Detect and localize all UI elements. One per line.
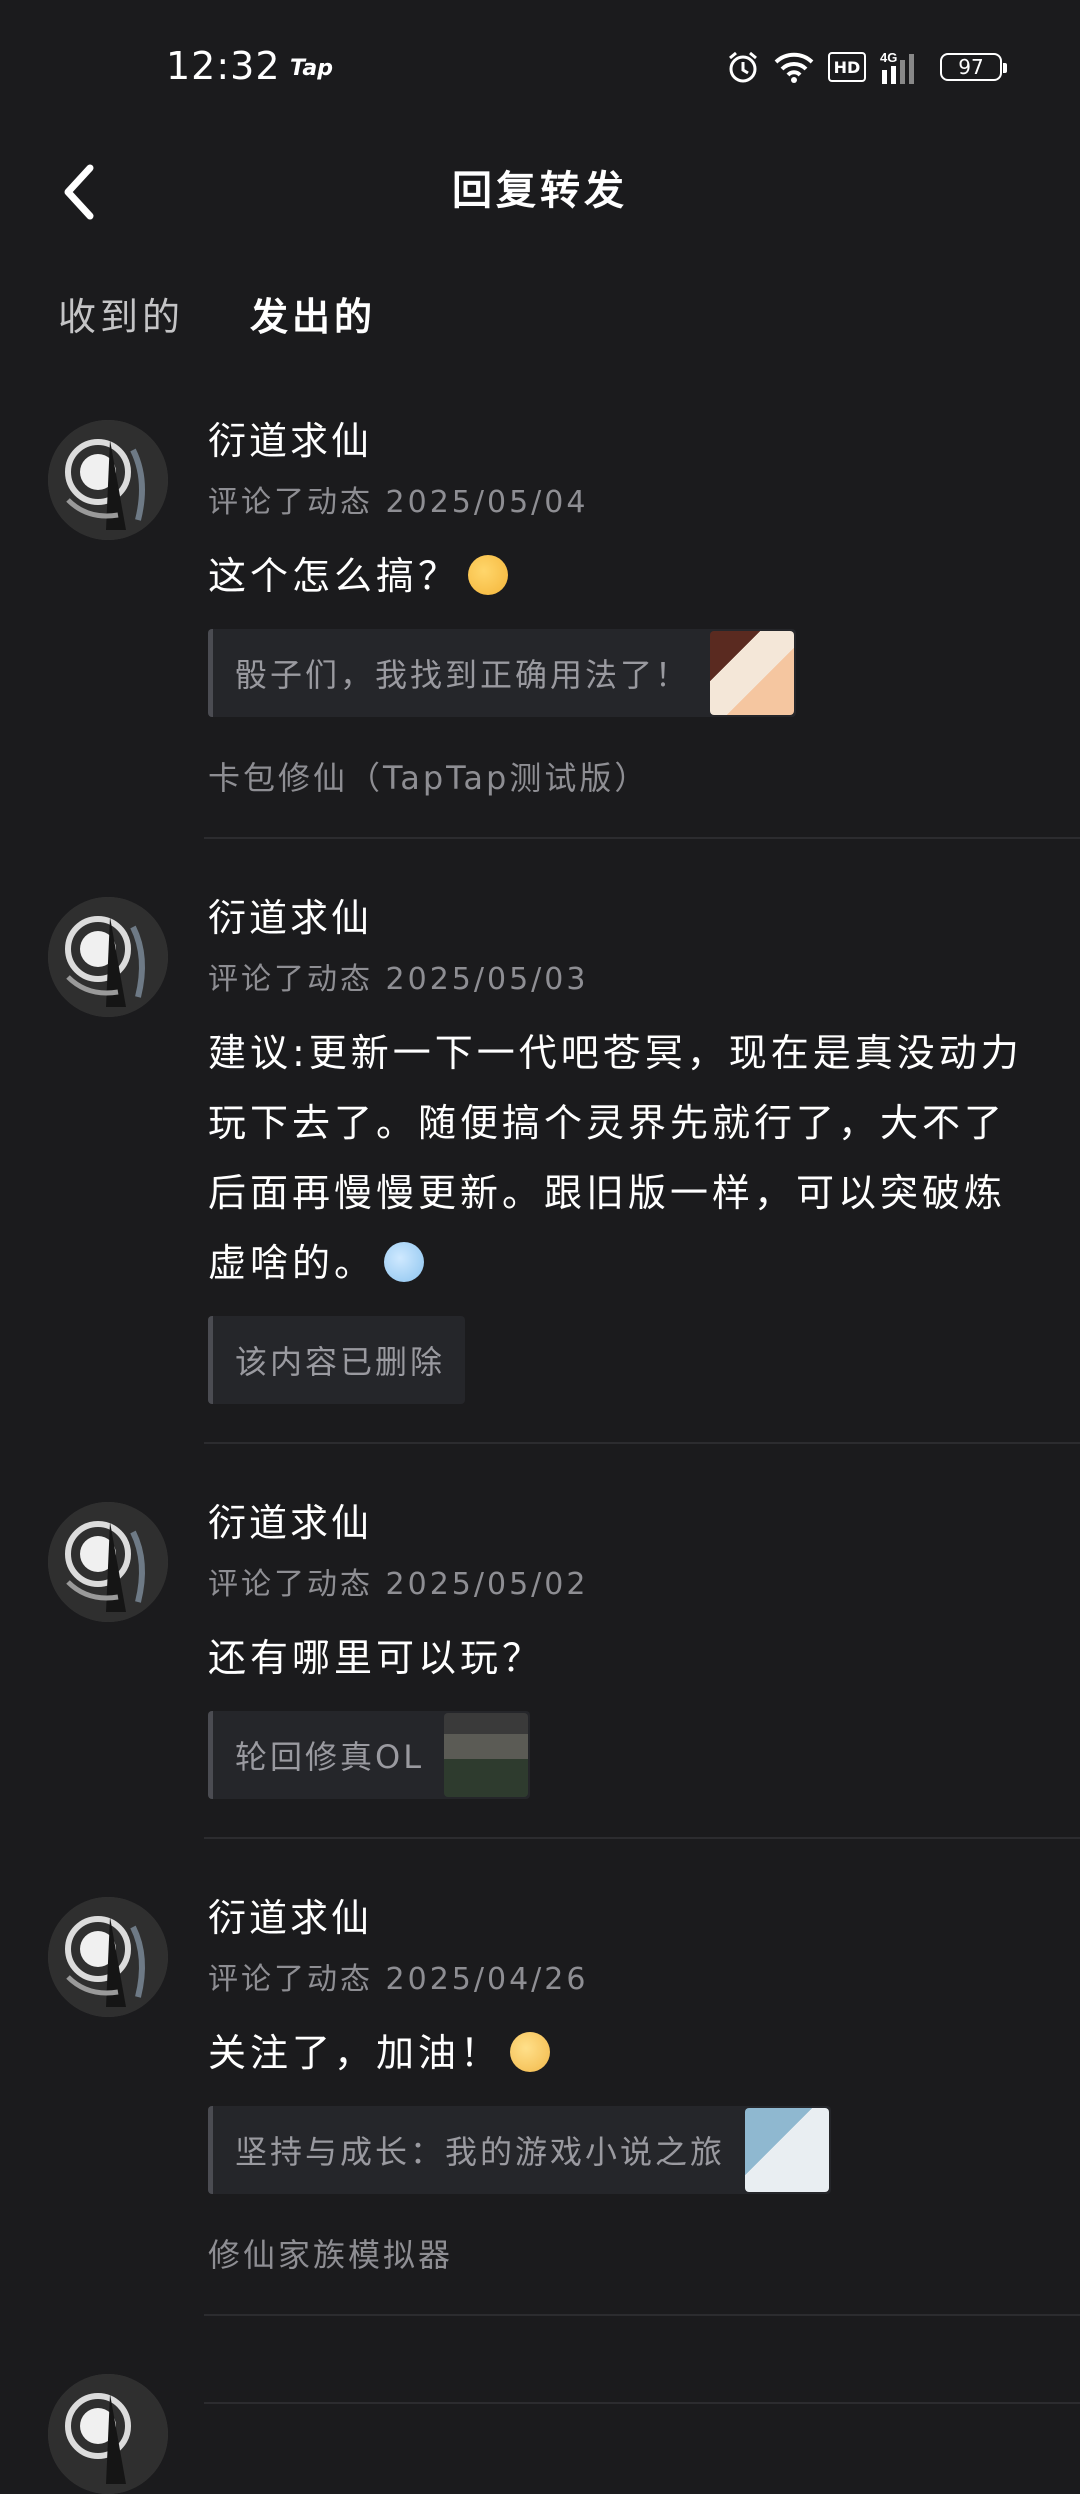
game-tag[interactable]: 卡包修仙（TapTap测试版）	[208, 753, 1040, 799]
svg-text:4G: 4G	[880, 50, 897, 65]
user-name[interactable]: 衍道求仙	[208, 410, 1040, 465]
avatar[interactable]	[48, 420, 168, 540]
comment-text: 这个怎么搞？	[208, 541, 1040, 611]
comment-text: 建议:更新一下一代吧苍冥，现在是真没动力玩下去了。随便搞个灵界先就行了，大不了后…	[208, 1018, 1040, 1298]
avatar[interactable]	[48, 897, 168, 1017]
comment-body: 这个怎么搞？	[208, 554, 461, 598]
comment-text: 还有哪里可以玩？	[208, 1636, 545, 1680]
quoted-post[interactable]: 该内容已删除	[208, 1316, 466, 1404]
tab-bar: 收到的 发出的	[58, 286, 377, 347]
list-item[interactable]: 衍道求仙 评论了动态 2025/05/02 还有哪里可以玩？ 轮回修真OL	[0, 1492, 1080, 1839]
quoted-post[interactable]: 骰子们，我找到正确用法了！	[208, 629, 797, 717]
list-item[interactable]: 衍道求仙 评论了动态 2025/04/26 关注了，加油！ 坚持与成长：我的游戏…	[0, 1887, 1080, 2316]
header: 回复转发	[0, 140, 1080, 250]
avatar[interactable]	[48, 1897, 168, 2017]
alarm-icon	[726, 50, 760, 84]
user-name[interactable]: 衍道求仙	[208, 1492, 1040, 1547]
game-tag[interactable]: 修仙家族模拟器	[208, 2230, 1040, 2276]
comment-text: 关注了，加油！	[208, 2018, 1040, 2088]
user-name[interactable]: 衍道求仙	[208, 1887, 1040, 1942]
activity-meta: 评论了动态 2025/04/26	[208, 1962, 589, 1997]
quoted-post[interactable]: 轮回修真OL	[208, 1711, 531, 1799]
activity-meta: 评论了动态 2025/05/04	[208, 485, 589, 520]
battery-icon: 97	[940, 53, 1007, 81]
taptap-status-icon: Tap	[290, 56, 333, 81]
signal-icon: 4G	[880, 50, 926, 84]
thinking-face-emoji	[468, 555, 509, 595]
wifi-icon	[774, 51, 814, 83]
status-time: 12:32	[166, 44, 281, 88]
list-item[interactable]: 衍道求仙 评论了动态 2025/05/03 建议:更新一下一代吧苍冥，现在是真没…	[0, 887, 1080, 1444]
quoted-post-thumbnail	[745, 2108, 830, 2192]
comment-body: 建议:更新一下一代吧苍冥，现在是真没动力玩下去了。随便搞个灵界先就行了，大不了后…	[208, 1031, 1023, 1285]
user-name[interactable]: 衍道求仙	[208, 887, 1040, 942]
reply-feed: 衍道求仙 评论了动态 2025/05/04 这个怎么搞？ 骰子们，我找到正确用法…	[0, 400, 1080, 2494]
smiling-face-emoji	[510, 2032, 551, 2072]
quoted-post[interactable]: 坚持与成长：我的游戏小说之旅	[208, 2106, 832, 2194]
tab-sent[interactable]: 发出的	[250, 286, 377, 347]
status-bar: 12:32 Tap HD 4G 97	[0, 0, 1080, 130]
tab-received[interactable]: 收到的	[58, 286, 184, 341]
quoted-post-title: 坚持与成长：我的游戏小说之旅	[235, 2133, 726, 2171]
page-title: 回复转发	[452, 168, 628, 214]
quoted-post-thumbnail	[710, 631, 795, 715]
activity-meta: 评论了动态 2025/05/02	[208, 1567, 589, 1602]
list-item[interactable]	[0, 2364, 1080, 2494]
activity-meta: 评论了动态 2025/05/03	[208, 962, 589, 997]
quoted-post-title: 该内容已删除	[235, 1343, 446, 1381]
avatar[interactable]	[48, 1502, 168, 1622]
status-icons: HD 4G 97	[726, 50, 1007, 84]
cold-face-emoji	[384, 1242, 425, 1282]
tab-sent-label: 发出的	[250, 295, 377, 339]
list-item[interactable]: 衍道求仙 评论了动态 2025/05/04 这个怎么搞？ 骰子们，我找到正确用法…	[0, 410, 1080, 839]
hd-icon: HD	[828, 52, 866, 82]
comment-body: 关注了，加油！	[208, 2031, 503, 2075]
avatar[interactable]	[48, 2374, 168, 2494]
quoted-post-thumbnail	[444, 1713, 529, 1797]
quoted-post-title: 骰子们，我找到正确用法了！	[235, 656, 691, 694]
quoted-post-title: 轮回修真OL	[235, 1738, 425, 1776]
